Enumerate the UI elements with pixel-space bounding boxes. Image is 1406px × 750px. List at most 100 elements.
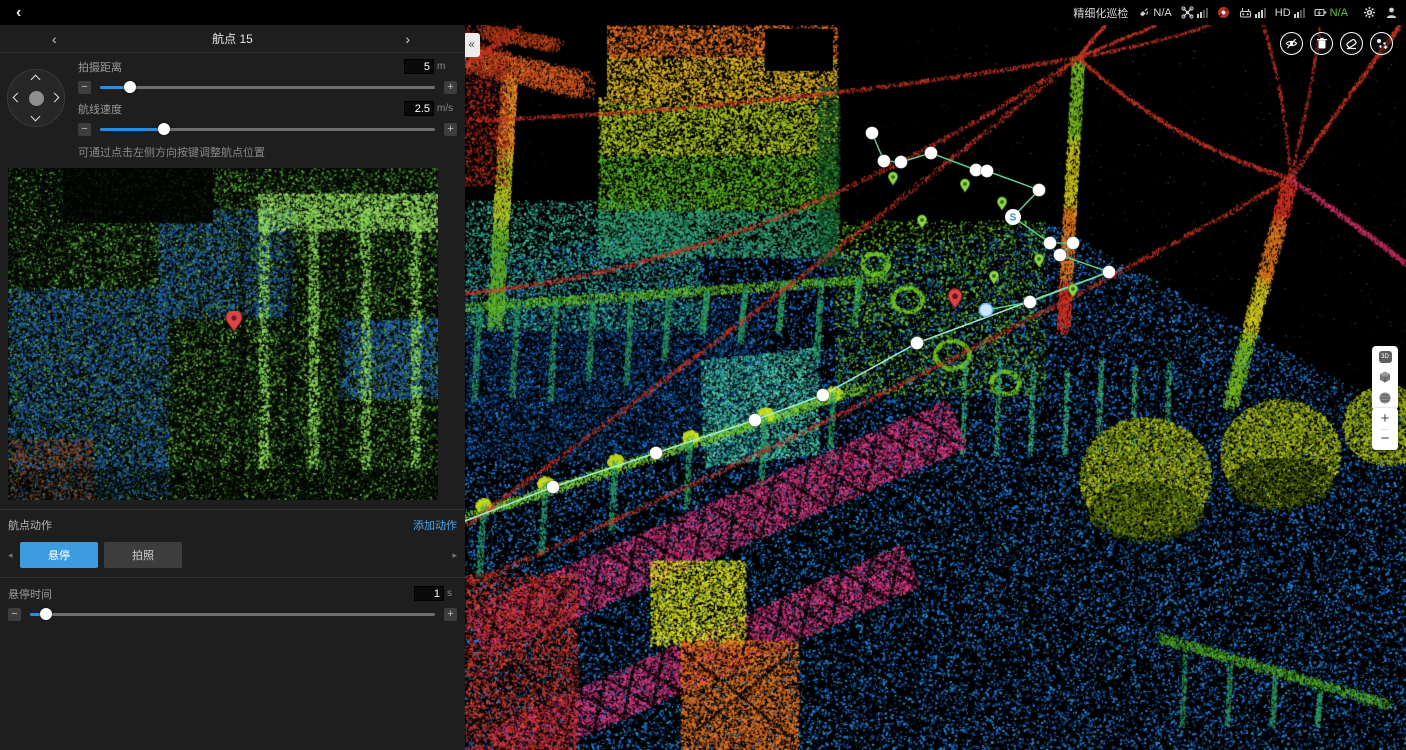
waypoint-marker[interactable] <box>911 337 924 350</box>
waypoint-pin-green[interactable] <box>997 197 1006 210</box>
waypoint-marker[interactable] <box>650 447 663 460</box>
waypoint-marker[interactable] <box>547 481 560 494</box>
gnss-value: N/A <box>1153 7 1171 19</box>
waypoint-marker[interactable] <box>1103 266 1116 279</box>
selected-waypoint-pin-red[interactable] <box>948 289 962 308</box>
hover-time-section: 悬停时间 s − + <box>0 577 465 624</box>
decrease-button[interactable]: − <box>78 123 91 136</box>
waypoint-pin-green[interactable] <box>917 215 926 228</box>
slider-track[interactable] <box>100 86 435 89</box>
drone-signal <box>1181 6 1208 19</box>
hide-icon <box>1285 37 1298 50</box>
shoot-distance-input[interactable] <box>404 59 434 74</box>
waypoint-marker[interactable] <box>749 414 762 427</box>
shoot-distance-slider: − + <box>78 77 457 97</box>
waypoint-pin-green[interactable] <box>989 271 998 284</box>
increase-button[interactable]: + <box>444 608 457 621</box>
hover-action-button[interactable]: 悬停 <box>20 542 98 568</box>
add-waypoint-icon <box>1375 37 1389 51</box>
satellite-icon <box>1137 6 1150 19</box>
route-speed-input[interactable] <box>404 101 434 116</box>
waypoint-marker[interactable] <box>925 147 938 160</box>
gear-icon[interactable] <box>1363 6 1376 19</box>
link-disconnected-icon <box>1217 6 1230 19</box>
delete-button[interactable] <box>1310 32 1333 55</box>
chevron-right-icon[interactable] <box>50 93 60 103</box>
slider-thumb[interactable] <box>158 123 170 135</box>
waypoint-title: 航点 15 <box>212 30 253 47</box>
start-waypoint-marker[interactable]: S <box>1005 209 1021 225</box>
hover-time-unit: s <box>447 588 457 599</box>
remote-controller-icon <box>1239 6 1252 19</box>
preview-pointcloud-canvas[interactable] <box>8 168 438 500</box>
increase-button[interactable]: + <box>444 123 457 136</box>
add-action-link[interactable]: 添加动作 <box>413 517 457 533</box>
hd-label: HD <box>1275 7 1291 19</box>
actions-scroll-left-icon[interactable]: ◂ <box>8 550 20 561</box>
route-speed-slider: − + <box>78 119 457 139</box>
waypoint-marker[interactable] <box>1024 296 1037 309</box>
chevron-down-icon[interactable] <box>31 112 41 122</box>
hide-button[interactable] <box>1280 32 1303 55</box>
waypoint-pin-green[interactable] <box>1068 284 1077 297</box>
waypoint-header: ‹ 航点 15 › <box>0 25 465 53</box>
user-icon[interactable] <box>1385 6 1398 19</box>
slider-thumb[interactable] <box>40 608 52 620</box>
zoom-tools: + − <box>1372 408 1398 450</box>
increase-button[interactable]: + <box>444 81 457 94</box>
waypoint-marker[interactable] <box>1033 184 1046 197</box>
battery-value: N/A <box>1330 7 1348 19</box>
gnss-status: N/A <box>1137 6 1171 19</box>
waypoint-marker[interactable] <box>866 127 879 140</box>
waypoint-pin-green[interactable] <box>960 179 969 192</box>
decrease-button[interactable]: − <box>8 608 21 621</box>
svg-text:S: S <box>1010 213 1017 224</box>
chevron-up-icon[interactable] <box>31 75 41 85</box>
selected-waypoint-marker[interactable] <box>980 304 993 317</box>
waypoint-panel: ‹ 航点 15 › 拍摄距离 m − + 航线速度 <box>0 25 465 750</box>
direction-pad[interactable] <box>7 69 65 127</box>
waypoint-marker[interactable] <box>895 156 908 169</box>
waypoint-marker[interactable] <box>878 155 891 168</box>
slider-track[interactable] <box>100 128 435 131</box>
waypoint-pin-green[interactable] <box>888 172 897 185</box>
preview-location-pin <box>225 311 243 333</box>
slider-group: 拍摄距离 m − + 航线速度 m/s − + 可通过点击左侧方向按键调整航点位… <box>78 58 457 159</box>
eraser-button[interactable] <box>1340 32 1363 55</box>
waypoint-marker[interactable] <box>1044 237 1057 250</box>
hover-time-slider: − + <box>8 604 457 624</box>
chevron-left-icon[interactable] <box>13 93 23 103</box>
photo-action-button[interactable]: 拍照 <box>104 542 182 568</box>
waypoint-marker[interactable] <box>1054 249 1067 262</box>
cube-icon[interactable] <box>1378 370 1392 384</box>
battery-icon <box>1314 6 1327 19</box>
collapse-panel-handle[interactable]: « <box>463 33 480 57</box>
waypoint-marker[interactable] <box>1067 237 1080 250</box>
view-mode-icon[interactable]: 3D <box>1379 351 1392 363</box>
route-speed-unit: m/s <box>437 103 457 114</box>
next-waypoint-button[interactable]: › <box>405 25 410 53</box>
hover-time-input[interactable] <box>414 586 444 601</box>
pointcloud-viewer[interactable]: S « 3D + − <box>465 25 1406 750</box>
slider-track[interactable] <box>30 613 435 616</box>
back-button[interactable]: ‹ <box>16 5 21 21</box>
flight-path-line <box>465 272 1109 521</box>
route-speed-label: 航线速度 <box>78 101 404 117</box>
waypoint-pin-green[interactable] <box>1034 254 1043 267</box>
decrease-button[interactable]: − <box>78 81 91 94</box>
waypoint-marker[interactable] <box>981 165 994 178</box>
prev-waypoint-button[interactable]: ‹ <box>52 25 57 53</box>
zoom-in-button[interactable]: + <box>1381 410 1390 429</box>
zoom-out-button[interactable]: − <box>1381 429 1390 448</box>
add-waypoint-button[interactable] <box>1370 32 1393 55</box>
actions-scroll-right-icon[interactable]: ▸ <box>445 550 457 561</box>
waypoint-marker[interactable] <box>817 389 830 402</box>
dpad-center-dot[interactable] <box>29 91 44 106</box>
sphere-icon[interactable] <box>1378 391 1392 405</box>
slider-thumb[interactable] <box>124 81 136 93</box>
battery-status: N/A <box>1314 6 1348 19</box>
waypoint-preview[interactable] <box>8 168 438 500</box>
rc-signal <box>1239 6 1266 19</box>
view-tools: 3D <box>1372 346 1398 410</box>
drone-signal-bars <box>1197 8 1208 18</box>
